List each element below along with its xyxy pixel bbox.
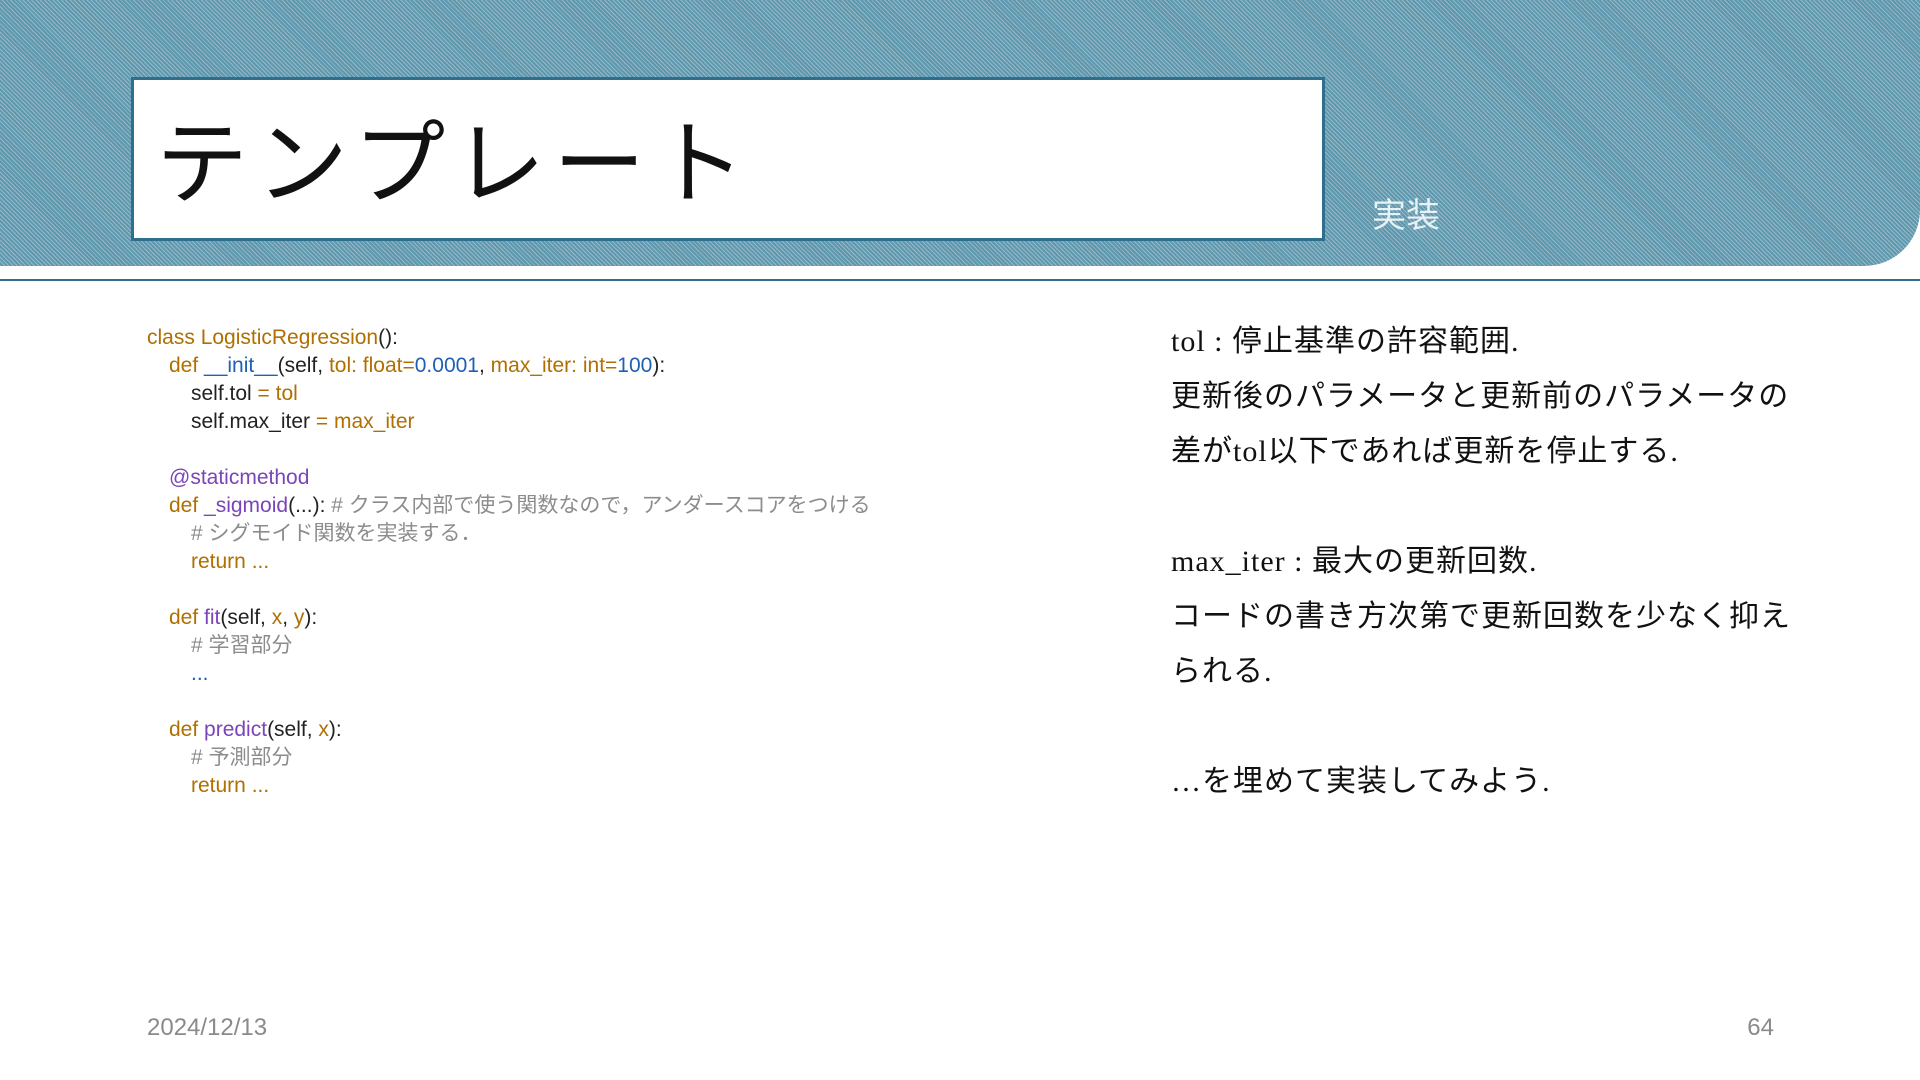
slide-title: テンプレート [156, 111, 754, 218]
code-line: def fit(self, x, y): [147, 604, 1047, 632]
code-text: (self, [277, 354, 329, 377]
code-line: @staticmethod [147, 464, 1047, 492]
code-text: , [282, 606, 294, 629]
code-line: # 学習部分 [147, 632, 1047, 660]
code-comment: # クラス内部で使う関数なので，アンダースコアをつける [331, 494, 871, 517]
code-text: (self, [267, 718, 319, 741]
code-text: (...): [288, 494, 332, 517]
code-function-name: __init__ [204, 354, 278, 377]
code-text: ): [328, 718, 342, 741]
note-line: max_iter : 最大の更新回数. [1171, 545, 1538, 578]
code-param: x [318, 718, 329, 741]
code-param: max_iter: int= [490, 354, 618, 377]
page-number: 64 [1747, 1014, 1774, 1041]
code-param: x [271, 606, 283, 629]
code-text: ): [652, 354, 666, 377]
code-class-name: LogisticRegression [200, 326, 379, 349]
title-box: テンプレート [131, 77, 1325, 241]
code-return: return ... [191, 774, 270, 797]
note-line: 更新後のパラメータと更新前のパラメータの [1171, 380, 1790, 413]
code-keyword: class [147, 326, 201, 349]
note-line: …を埋めて実装してみよう. [1171, 765, 1551, 798]
code-line: return ... [147, 772, 1047, 800]
code-assign: = tol [257, 382, 298, 405]
code-line: # シグモイド関数を実装する． [147, 520, 1047, 548]
code-number: 0.0001 [414, 354, 479, 377]
code-function-name: predict [204, 718, 268, 741]
note-line: られる. [1171, 655, 1273, 688]
code-param: y [293, 606, 305, 629]
code-line: def __init__(self, tol: float=0.0001, ma… [147, 352, 1047, 380]
code-text: ): [304, 606, 318, 629]
code-text: self.max_iter [191, 410, 316, 433]
header-divider [0, 279, 1920, 281]
code-line: def predict(self, x): [147, 716, 1047, 744]
note-blank-line [1171, 699, 1831, 754]
code-keyword: def [169, 606, 205, 629]
code-comment: # 予測部分 [191, 746, 293, 769]
footer-date: 2024/12/13 [147, 1014, 268, 1041]
note-line: コードの書き方次第で更新回数を少なく抑え [1171, 600, 1791, 633]
code-line: class LogisticRegression(): [147, 324, 1047, 352]
code-decorator: @staticmethod [169, 466, 310, 489]
code-keyword: def [169, 494, 205, 517]
code-text: (self, [220, 606, 272, 629]
code-line: self.max_iter = max_iter [147, 408, 1047, 436]
code-function-name: _sigmoid [204, 494, 289, 517]
notes-block: tol : 停止基準の許容範囲. 更新後のパラメータと更新前のパラメータの 差が… [1171, 314, 1831, 809]
code-line: def _sigmoid(...): # クラス内部で使う関数なので，アンダース… [147, 492, 1047, 520]
code-text: , [478, 354, 491, 377]
code-line: return ... [147, 548, 1047, 576]
code-keyword: def [169, 718, 205, 741]
code-line: # 予測部分 [147, 744, 1047, 772]
code-line: self.tol = tol [147, 380, 1047, 408]
code-number: 100 [617, 354, 653, 377]
code-line: ... [147, 660, 1047, 688]
note-blank-line [1171, 479, 1831, 534]
note-line: 差がtol以下であれば更新を停止する. [1171, 435, 1679, 468]
code-function-name: fit [204, 606, 221, 629]
code-return: return ... [191, 550, 270, 573]
code-param: tol: float= [328, 354, 415, 377]
code-assign: = max_iter [315, 410, 415, 433]
code-ellipsis: ... [191, 662, 209, 685]
code-text: (): [378, 326, 398, 349]
code-comment: # 学習部分 [191, 634, 293, 657]
slide-subtitle: 実装 [1372, 196, 1440, 236]
code-comment: # シグモイド関数を実装する． [191, 522, 482, 545]
code-keyword: def [169, 354, 205, 377]
note-line: tol : 停止基準の許容範囲. [1171, 325, 1520, 358]
code-block: class LogisticRegression(): def __init__… [147, 324, 1047, 800]
code-text: self.tol [191, 382, 258, 405]
